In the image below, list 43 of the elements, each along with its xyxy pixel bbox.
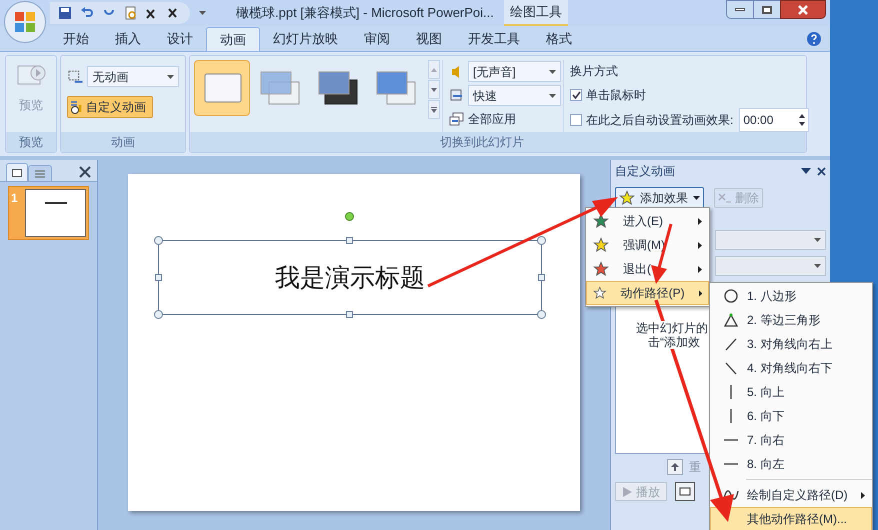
slide-number: 1 (11, 190, 19, 207)
custom-animation-button[interactable]: 自定义动画 (67, 96, 153, 118)
menu-item[interactable]: 7. 向右 (710, 428, 872, 452)
reorder-label: 重 (689, 459, 701, 476)
ribbon-tab[interactable]: 动画 (206, 27, 260, 51)
task-pane-title: 自定义动画 (615, 163, 675, 180)
menu-item[interactable]: 8. 向左 (710, 452, 872, 476)
menu-item[interactable]: 退出( (586, 257, 709, 281)
ribbon-tab[interactable]: 开始 (50, 27, 102, 51)
add-effect-button[interactable]: 添加效果 (615, 187, 704, 209)
checkbox-label: 在此之后自动设置动画效果: (586, 112, 734, 129)
menu-item[interactable]: 1. 八边形 (710, 284, 872, 308)
advance-heading: 换片方式 (570, 63, 619, 80)
menu-item[interactable]: 进入(E) (586, 209, 709, 233)
menu-item[interactable]: 6. 向下 (710, 404, 872, 428)
ribbon-tab[interactable]: 视图 (403, 27, 455, 51)
speed-dropdown[interactable]: 快速 (468, 85, 561, 106)
group-label: 切换到此幻灯片 (190, 132, 806, 152)
menu-item[interactable]: 3. 对角线向右上 (710, 332, 872, 356)
apply-all-button[interactable]: 全部应用 (449, 109, 561, 129)
ribbon-tab[interactable]: 插入 (102, 27, 154, 51)
ribbon-tab[interactable]: 幻灯片放映 (260, 27, 351, 51)
menu-item[interactable]: 其他动作路径(M)... (710, 507, 872, 530)
ribbon-tab[interactable]: 格式 (533, 27, 585, 51)
menu-item[interactable]: 2. 等边三角形 (710, 308, 872, 332)
ribbon-tab[interactable]: 设计 (154, 27, 206, 51)
hint-text: 选中幻灯片的 (636, 321, 708, 335)
window-title: 橄榄球.ppt [兼容模式] - Microsoft PowerPoi... (236, 4, 494, 22)
hint-text: 击“添加效 (648, 335, 700, 349)
sound-dropdown[interactable]: [无声音] (468, 61, 561, 82)
menu-item[interactable]: 动作路径(P) (586, 281, 709, 305)
menu-item[interactable]: 5. 向上 (710, 380, 872, 404)
contextual-tab-title: 绘图工具 (504, 0, 568, 26)
group-label: 动画 (61, 132, 185, 152)
checkbox-label: 单击鼠标时 (586, 87, 646, 104)
menu-item[interactable]: 绘制自定义路径(D) (710, 483, 872, 507)
slide-title: 我是演示标题 (275, 262, 425, 294)
ribbon-tab[interactable]: 开发工具 (455, 27, 533, 51)
menu-item[interactable]: 4. 对角线向右下 (710, 356, 872, 380)
ribbon-tab[interactable]: 审阅 (351, 27, 403, 51)
group-label: 预览 (6, 132, 56, 152)
time-spinner[interactable]: 00:00 (739, 108, 810, 132)
animation-dropdown[interactable]: 无动画 (87, 66, 179, 87)
